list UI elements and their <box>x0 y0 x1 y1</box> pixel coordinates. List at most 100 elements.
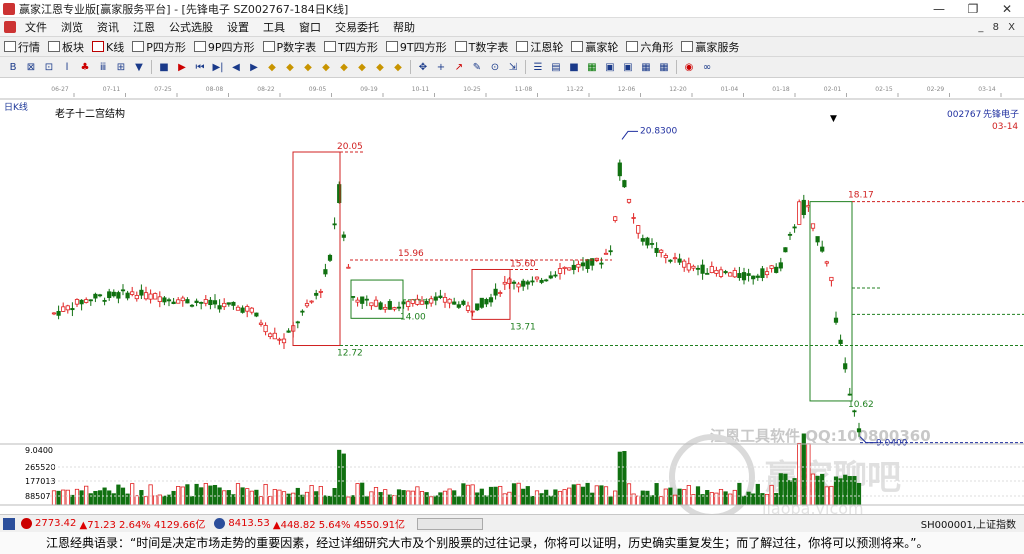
drawing-tool-icon[interactable]: ◆ <box>319 60 333 74</box>
toolbar-item-tn-square[interactable]: T数字表 <box>451 39 513 55</box>
toolbar-item-9p-square[interactable]: 9P四方形 <box>190 39 259 55</box>
candle-body <box>663 255 668 259</box>
drawing-tool-icon[interactable]: + <box>434 60 448 74</box>
candle-body <box>534 276 540 280</box>
volume-bar <box>705 490 710 506</box>
volume-bar <box>120 487 126 506</box>
drawing-tool-icon[interactable]: ↗ <box>452 60 466 74</box>
drawing-tool-icon[interactable]: ◀ <box>229 60 243 74</box>
toolbar-item-p-square[interactable]: P四方形 <box>128 39 190 55</box>
drawing-tool-icon[interactable]: ✥ <box>416 60 430 74</box>
menu-tools[interactable]: 工具 <box>256 18 292 37</box>
drawing-tool-icon[interactable]: ▣ <box>621 60 635 74</box>
drawing-tool-icon[interactable]: ▦ <box>657 60 671 74</box>
volume-bar <box>645 490 650 506</box>
volume-bar <box>97 490 103 506</box>
volume-bar <box>567 487 572 506</box>
kline-chart[interactable]: 06-27 07-11 07-25 08-08 08-22 09-05 09-19 10-11… <box>0 79 1024 514</box>
drawing-tool-icon[interactable]: ⊙ <box>488 60 502 74</box>
drawing-tool-icon[interactable]: ▣ <box>603 60 617 74</box>
toolbar-item-t-square[interactable]: T四方形 <box>320 39 382 55</box>
volume-bar <box>116 484 121 506</box>
menu-window[interactable]: 窗口 <box>292 18 328 37</box>
candle-body <box>576 263 581 268</box>
drawing-tool-icon[interactable]: ■ <box>567 60 581 74</box>
candle-body <box>314 292 319 296</box>
menu-trade[interactable]: 交易委托 <box>328 18 386 37</box>
toolbar-separator <box>410 60 411 74</box>
document-icon[interactable] <box>4 21 16 33</box>
candle-body <box>525 281 530 285</box>
candle-body <box>254 312 259 317</box>
toolbar-item-kline[interactable]: K线 <box>88 39 128 55</box>
toolbar-item-grid[interactable]: 行情 <box>0 39 44 55</box>
menu-settings[interactable]: 设置 <box>220 18 256 37</box>
menu-formula[interactable]: 公式选股 <box>162 18 220 37</box>
drawing-tool-icon[interactable]: ⊠ <box>24 60 38 74</box>
menu-gann[interactable]: 江恩 <box>126 18 162 37</box>
volume-bar <box>111 493 116 506</box>
candle-body <box>792 226 797 229</box>
volume-bar <box>787 480 793 506</box>
candle-body <box>171 301 176 305</box>
drawing-tool-icon[interactable]: ▼ <box>132 60 146 74</box>
date-tick-label: 01-04 <box>721 86 739 93</box>
volume-bar <box>107 490 112 506</box>
drawing-tool-icon[interactable]: ◆ <box>355 60 369 74</box>
drawing-tool-icon[interactable]: ⏮ <box>193 60 207 74</box>
drawing-tool-icon[interactable]: ✎ <box>470 60 484 74</box>
drawing-tool-icon[interactable]: ♣ <box>78 60 92 74</box>
toolbar-item-9t-square[interactable]: 9T四方形 <box>382 39 451 55</box>
close-button[interactable]: ✕ <box>990 0 1024 18</box>
drawing-tool-icon[interactable]: ◆ <box>391 60 405 74</box>
drawing-tool-icon[interactable]: ◆ <box>283 60 297 74</box>
index-selector[interactable]: SH000001,上证指数 <box>921 516 1016 531</box>
volume-bar <box>258 496 264 506</box>
menu-file[interactable]: 文件 <box>18 18 54 37</box>
drawing-tool-icon[interactable]: ⇲ <box>506 60 520 74</box>
drawing-tool-icon[interactable]: ◆ <box>301 60 315 74</box>
restore-button[interactable]: ❐ <box>956 0 990 18</box>
menu-browse[interactable]: 浏览 <box>54 18 90 37</box>
menu-info[interactable]: 资讯 <box>90 18 126 37</box>
toolbar-item-block[interactable]: 板块 <box>44 39 88 55</box>
drawing-tool-icon[interactable]: ⅼ <box>60 60 74 74</box>
volume-bar <box>760 493 765 506</box>
toolbar-item-winner-wheel[interactable]: 赢家轮 <box>567 39 622 55</box>
drawing-tool-icon[interactable]: ◆ <box>337 60 351 74</box>
toolbar-item-hexagon[interactable]: 六角形 <box>622 39 677 55</box>
status-scrollbar[interactable] <box>417 517 484 530</box>
mdi-controls[interactable]: _ 8 X <box>978 22 1018 33</box>
volume-bar <box>208 485 213 506</box>
drawing-tool-icon[interactable]: ■ <box>157 60 171 74</box>
dollar-icon <box>681 41 694 52</box>
minimize-button[interactable]: — <box>922 0 956 18</box>
drawing-tool-icon[interactable]: ◆ <box>265 60 279 74</box>
toolbar-item-pn-square[interactable]: P数字表 <box>259 39 321 55</box>
grid-icon[interactable] <box>3 517 15 530</box>
toolbar-item-gann-wheel[interactable]: 江恩轮 <box>512 39 567 55</box>
drawing-tool-icon[interactable]: ⊡ <box>42 60 56 74</box>
drawing-tool-icon[interactable]: B <box>6 60 20 74</box>
toolbar-item-dollar[interactable]: 赢家服务 <box>677 39 743 55</box>
drawing-tool-icon[interactable]: ◉ <box>682 60 696 74</box>
candle-body <box>479 297 484 308</box>
candle-body <box>249 307 254 313</box>
drawing-tool-icon[interactable]: ▶| <box>211 60 225 74</box>
volume-bar <box>608 496 613 506</box>
drawing-tool-icon[interactable]: ▶ <box>247 60 261 74</box>
drawing-tool-icon[interactable]: ▤ <box>549 60 563 74</box>
drawing-tool-icon[interactable]: ⊞ <box>114 60 128 74</box>
volume-bar <box>300 494 305 506</box>
menu-help[interactable]: 帮助 <box>386 18 422 37</box>
drawing-tool-icon[interactable]: ▶ <box>175 60 189 74</box>
drawing-tool-icon[interactable]: ▦ <box>585 60 599 74</box>
drawing-tool-icon[interactable]: ⅲ <box>96 60 110 74</box>
volume-bar <box>410 490 415 506</box>
drawing-tool-icon[interactable]: ∞ <box>700 60 714 74</box>
drawing-tool-icon[interactable]: ▦ <box>639 60 653 74</box>
volume-bar <box>143 496 149 506</box>
drawing-tool-icon[interactable]: ☰ <box>531 60 545 74</box>
candle-body <box>723 271 728 274</box>
drawing-tool-icon[interactable]: ◆ <box>373 60 387 74</box>
